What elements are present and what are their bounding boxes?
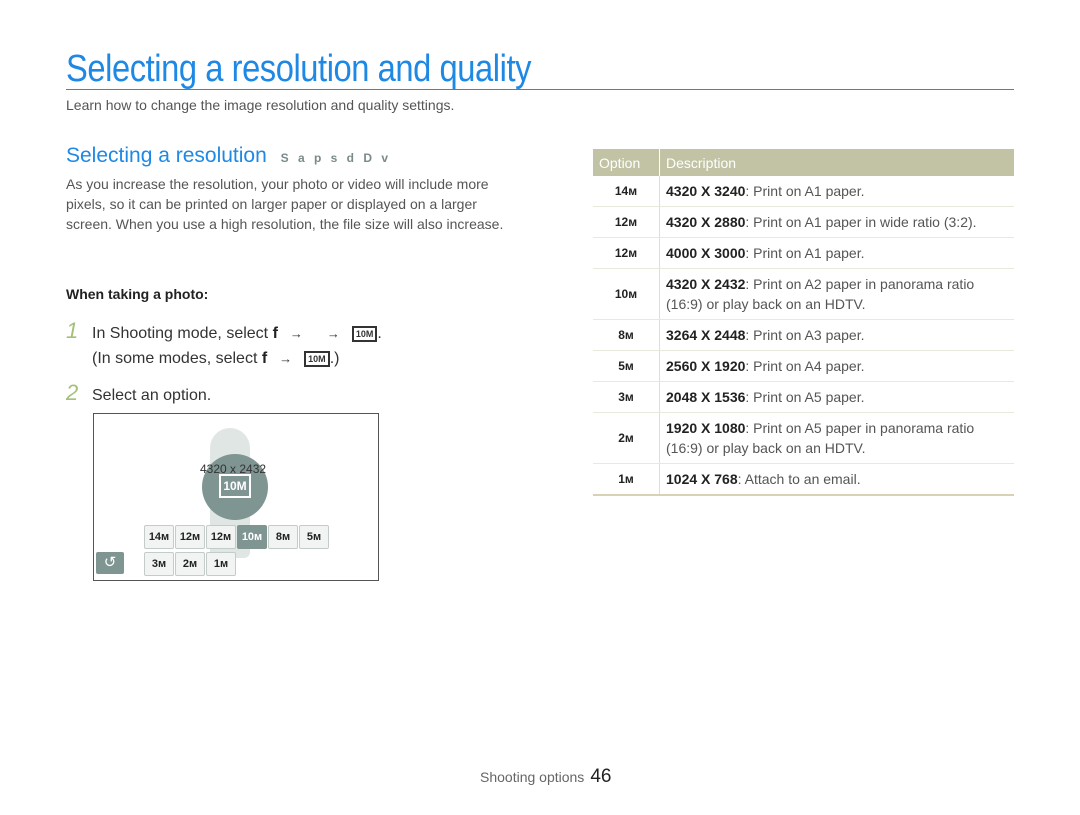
res-3m-button[interactable]: 3м: [144, 552, 174, 576]
step-2: 2 Select an option.: [66, 380, 211, 408]
description-text: : Print on A4 paper.: [745, 358, 865, 374]
step-1: 1 In Shooting mode, select f → → 10M. (In so…: [66, 318, 382, 371]
resolution-label: 4320 x 2432: [200, 462, 267, 476]
table-row: 12м 4000 X 3000: Print on A1 paper.: [593, 237, 1014, 269]
res-10m-button[interactable]: 10м: [237, 525, 267, 549]
resolution-value: 1920 X 1080: [666, 420, 746, 436]
function-key: f: [272, 325, 278, 342]
resolution-value: 2048 X 1536: [666, 389, 746, 405]
description-text: : Print on A1 paper in wide ratio (3:2).: [745, 214, 977, 230]
table-row: 3м 2048 X 1536: Print on A5 paper.: [593, 381, 1014, 413]
section-heading-text: Selecting a resolution: [66, 144, 267, 167]
resolution-icon: 3м: [593, 381, 660, 413]
resolution-10m-icon: 10M: [219, 474, 251, 498]
resolution-description: 3264 X 2448: Print on A3 paper.: [659, 319, 1014, 351]
resolution-value: 4000 X 3000: [666, 245, 746, 261]
description-text: : Print on A1 paper.: [745, 245, 865, 261]
description-text: : Print on A5 paper.: [745, 389, 865, 405]
resolution-description: 4320 X 3240: Print on A1 paper.: [659, 176, 1014, 207]
camera-screen: 10M 4320 x 2432 14м 12м 12м 10м 8м 5м 3м…: [93, 413, 379, 581]
step-text: (In some modes, select: [92, 350, 262, 367]
resolution-icon: 2м: [593, 412, 660, 464]
page-subtitle: Learn how to change the image resolution…: [66, 97, 455, 113]
resolution-icon: 10м: [593, 268, 660, 320]
table-row: 14м 4320 X 3240: Print on A1 paper.: [593, 176, 1014, 207]
res-8m-button[interactable]: 8м: [268, 525, 298, 549]
table-row: 8м 3264 X 2448: Print on A3 paper.: [593, 319, 1014, 351]
resolution-table: Option Description 14м 4320 X 3240: Prin…: [593, 149, 1014, 496]
resolution-description: 1920 X 1080: Print on A5 paper in panora…: [659, 412, 1014, 464]
table-row: 12м 4320 X 2880: Print on A1 paper in wi…: [593, 206, 1014, 238]
arrow-icon: →: [326, 326, 340, 341]
step-number: 1: [66, 318, 79, 343]
resolution-description: 2560 X 1920: Print on A4 paper.: [659, 350, 1014, 382]
section-paragraph: As you increase the resolution, your pho…: [66, 176, 504, 232]
page-footer: Shooting options 46: [480, 766, 611, 788]
page-number: 46: [590, 766, 612, 787]
res-14m-button[interactable]: 14м: [144, 525, 174, 549]
resolution-icon: 1м: [593, 463, 660, 496]
footer-section: Shooting options: [480, 769, 585, 785]
column-header-description: Description: [659, 149, 1014, 176]
res-2m-button[interactable]: 2м: [175, 552, 205, 576]
resolution-description: 4000 X 3000: Print on A1 paper.: [659, 237, 1014, 269]
resolution-icon: 14м: [593, 176, 660, 207]
mode-icons: S a p s d D v: [280, 151, 391, 165]
resolution-value: 2560 X 1920: [666, 358, 746, 374]
function-key: f: [261, 350, 268, 367]
back-icon[interactable]: ↺: [96, 552, 124, 574]
step-text: .): [329, 350, 340, 367]
subhead-taking-photo: When taking a photo:: [66, 286, 209, 302]
arrow-icon: →: [289, 326, 303, 341]
resolution-description: 2048 X 1536: Print on A5 paper.: [659, 381, 1014, 413]
resolution-10m-icon: 10M: [351, 325, 378, 342]
step-number: 2: [66, 380, 79, 405]
table-header-row: Option Description: [593, 149, 1014, 176]
page-title: Selecting a resolution and quality: [66, 48, 532, 90]
resolution-icon: 12м: [593, 237, 660, 269]
res-12m-wide-button[interactable]: 12м: [175, 525, 205, 549]
res-12m-button[interactable]: 12м: [206, 525, 236, 549]
column-header-option: Option: [593, 149, 660, 176]
resolution-10m-icon: 10M: [304, 350, 330, 367]
resolution-value: 1024 X 768: [666, 471, 738, 487]
resolution-value: 4320 X 3240: [666, 183, 746, 199]
table-row: 1м 1024 X 768: Attach to an email.: [593, 463, 1014, 496]
description-text: : Print on A1 paper.: [745, 183, 865, 199]
step-text: In Shooting mode, select: [92, 325, 273, 342]
resolution-icon: 12м: [593, 206, 660, 238]
resolution-description: 1024 X 768: Attach to an email.: [659, 463, 1014, 496]
title-divider: [66, 89, 1014, 90]
table-row: 2м 1920 X 1080: Print on A5 paper in pan…: [593, 412, 1014, 464]
resolution-description: 4320 X 2880: Print on A1 paper in wide r…: [659, 206, 1014, 238]
table-row: 10м 4320 X 2432: Print on A2 paper in pa…: [593, 268, 1014, 320]
res-5m-button[interactable]: 5м: [299, 525, 329, 549]
step-text: Select an option.: [92, 387, 212, 404]
section-heading: Selecting a resolution S a p s d D v: [66, 144, 391, 168]
res-1m-button[interactable]: 1м: [206, 552, 236, 576]
arrow-icon: →: [279, 351, 293, 366]
resolution-icon: 5м: [593, 350, 660, 382]
resolution-value: 4320 X 2432: [666, 276, 746, 292]
resolution-value: 4320 X 2880: [666, 214, 746, 230]
description-text: : Attach to an email.: [737, 471, 861, 487]
table-row: 5м 2560 X 1920: Print on A4 paper.: [593, 350, 1014, 382]
resolution-description: 4320 X 2432: Print on A2 paper in panora…: [659, 268, 1014, 320]
resolution-icon: 8м: [593, 319, 660, 351]
description-text: : Print on A3 paper.: [745, 327, 865, 343]
step-text: .: [377, 325, 382, 342]
resolution-value: 3264 X 2448: [666, 327, 746, 343]
